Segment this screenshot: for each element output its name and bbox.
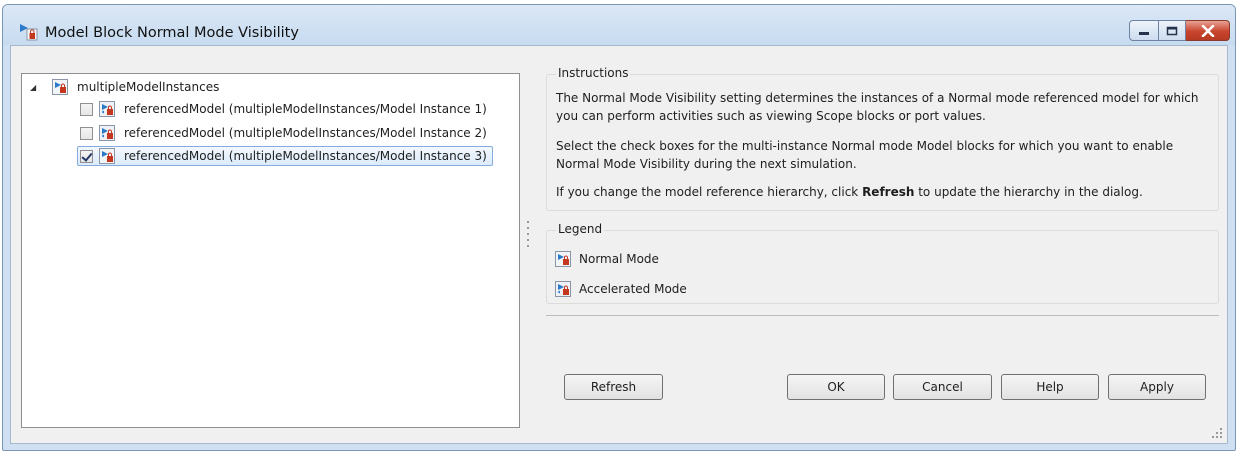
help-button[interactable]: Help [1001,374,1099,400]
instructions-paragraph-1: The Normal Mode Visibility setting deter… [556,91,1199,123]
legend-item-label: Accelerated Mode [579,282,687,296]
accelerated-mode-model-icon [99,125,115,141]
instance-1-checkbox[interactable] [80,102,93,116]
instructions-text: to update the hierarchy in the dialog. [914,185,1143,199]
maximize-button[interactable] [1159,20,1186,41]
close-button[interactable] [1186,20,1230,41]
instructions-paragraph-3: If you change the model reference hierar… [556,183,1211,201]
tree-item[interactable]: referencedModel (multipleModelInstances/… [80,99,490,119]
legend-group: Legend Normal Mode Accelerated Mode [546,222,1219,304]
instance-3-checkbox[interactable] [80,149,93,163]
dialog-client-area: ◢ multipleModelInstances referencedModel… [10,45,1228,444]
dialog-window: Model Block Normal Mode Visibility ◢ mul… [2,4,1236,451]
legend-item: Accelerated Mode [555,281,687,297]
tree-item-label: referencedModel (multipleModelInstances/… [124,126,487,140]
title-bar[interactable]: Model Block Normal Mode Visibility [3,5,1235,45]
legend-item-label: Normal Mode [579,252,659,266]
normal-mode-model-icon [99,148,115,164]
window-controls [1129,20,1230,41]
apply-button[interactable]: Apply [1108,374,1206,400]
minimize-button[interactable] [1129,20,1159,41]
cancel-button[interactable]: Cancel [893,374,992,400]
instructions-heading: Instructions [556,66,631,80]
legend-heading: Legend [556,222,605,236]
instructions-group: Instructions The Normal Mode Visibility … [546,66,1219,211]
resize-grip-icon[interactable] [1211,427,1223,439]
separator-line [546,315,1219,316]
normal-mode-model-icon [555,251,571,267]
model-block-icon [20,24,38,41]
splitter-handle[interactable] [526,221,530,251]
window-title: Model Block Normal Mode Visibility [45,25,299,41]
model-hierarchy-tree[interactable]: ◢ multipleModelInstances referencedModel… [21,73,520,428]
tree-item[interactable]: referencedModel (multipleModelInstances/… [80,123,490,143]
close-icon [1201,24,1214,37]
legend-item: Normal Mode [555,251,659,267]
normal-mode-model-icon [52,79,68,95]
tree-root-label: multipleModelInstances [77,80,220,94]
instance-2-checkbox[interactable] [80,126,93,140]
accelerated-mode-model-icon [99,101,115,117]
maximize-icon [1166,26,1178,35]
refresh-emphasis: Refresh [862,185,915,199]
instructions-paragraph-2: Select the check boxes for the multi-ins… [556,139,1174,171]
tree-item-label: referencedModel (multipleModelInstances/… [124,149,487,163]
refresh-button[interactable]: Refresh [564,374,663,400]
tree-root-node[interactable]: ◢ multipleModelInstances [30,77,222,97]
minimize-icon [1139,31,1149,35]
tree-item-selected[interactable]: referencedModel (multipleModelInstances/… [77,146,493,166]
instructions-text: If you change the model reference hierar… [556,185,863,199]
accelerated-mode-model-icon [555,281,571,297]
tree-item-label: referencedModel (multipleModelInstances/… [124,102,487,116]
ok-button[interactable]: OK [787,374,885,400]
collapse-arrow-icon[interactable]: ◢ [30,83,44,92]
